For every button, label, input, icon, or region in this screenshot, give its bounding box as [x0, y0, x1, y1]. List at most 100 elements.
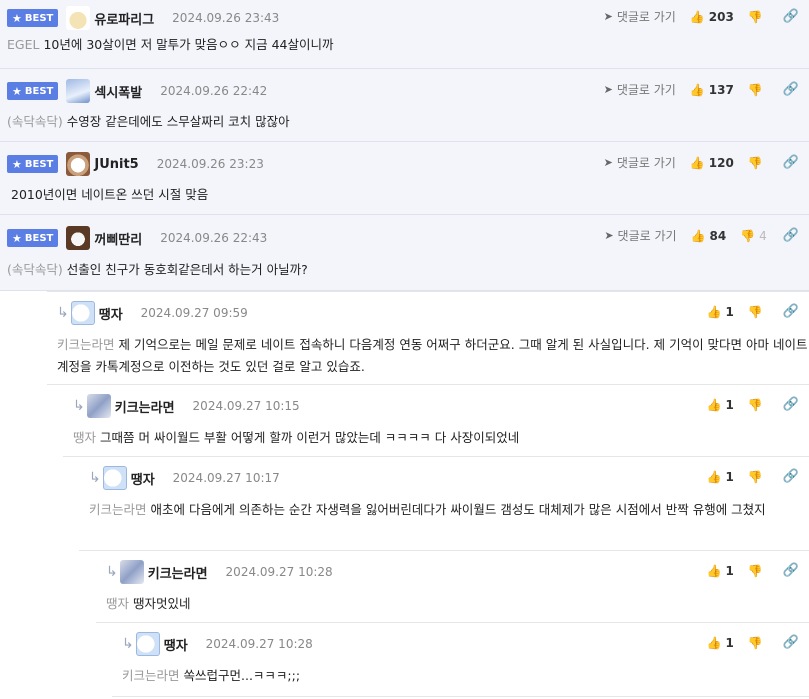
- star-icon: ★: [12, 157, 22, 171]
- author-nickname[interactable]: 키크는라면: [115, 397, 175, 416]
- comment-actions: 👍 1 👎 🔗: [707, 635, 799, 650]
- link-icon[interactable]: 🔗: [783, 563, 799, 578]
- bear-avatar[interactable]: [66, 226, 91, 250]
- dislike-button[interactable]: 👎: [748, 83, 767, 97]
- reply-comment: ↳ 키크는라면 2024.09.27 10:15 👍 1 👎 🔗 땡자 그때쯤 머 …: [63, 385, 809, 457]
- dislike-button[interactable]: 👎: [748, 564, 767, 578]
- link-icon[interactable]: 🔗: [783, 155, 799, 170]
- like-button[interactable]: 👍 203: [690, 10, 734, 24]
- thumbs-up-icon: 👍: [689, 155, 705, 170]
- best-comment: ★ BEST JUnit5 2024.09.26 23:23 ➤ 댓글로 가기 👍 1…: [0, 142, 809, 215]
- like-count: 1: [725, 563, 734, 578]
- like-button[interactable]: 👍 84: [691, 229, 727, 243]
- author-nickname[interactable]: 꺼삐딴리: [94, 229, 142, 248]
- go-to-reply-link[interactable]: ➤ 댓글로 가기: [604, 81, 676, 98]
- best-badge: ★ BEST: [7, 9, 59, 27]
- go-to-reply-link[interactable]: ➤ 댓글로 가기: [604, 8, 676, 25]
- dislike-button[interactable]: 👎: [748, 156, 767, 170]
- author-nickname[interactable]: 땡자: [164, 635, 188, 654]
- dislike-button[interactable]: 👎: [748, 10, 767, 24]
- kiku-avatar[interactable]: [119, 560, 144, 584]
- comment-actions: ➤ 댓글로 가기 👍 203 👎 🔗: [604, 8, 799, 25]
- arrow-icon: ➤: [603, 83, 613, 96]
- link-icon[interactable]: 🔗: [783, 397, 799, 412]
- dislike-button[interactable]: 👎: [748, 305, 767, 319]
- reply-comment: ↳ 땡자 2024.09.27 10:28 👍 1 👎 🔗 키크는라면 쏙쓰럽구먼.…: [112, 623, 809, 697]
- thumbs-up-icon: 👍: [689, 82, 705, 97]
- reply-arrow-icon: ↳: [106, 564, 118, 580]
- comment-header: ↳ 땡자 2024.09.27 10:28: [112, 623, 809, 665]
- author-nickname[interactable]: 유로파리그: [94, 9, 154, 28]
- go-to-reply-label: 댓글로 가기: [616, 156, 676, 170]
- arrow-icon: ➤: [603, 10, 613, 23]
- go-to-reply-link[interactable]: ➤ 댓글로 가기: [604, 154, 676, 171]
- comment-list: ★ BEST 유로파리그 2024.09.26 23:43 ➤ 댓글로 가기 👍 20…: [0, 0, 809, 699]
- comment-text: 2010년이면 네이트온 쓰던 시절 맞음: [11, 187, 209, 202]
- comment-header: ↳ 땡자 2024.09.27 09:59: [47, 292, 809, 334]
- comment-date: 2024.09.27 10:15: [192, 399, 300, 413]
- author-nickname[interactable]: JUnit5: [94, 157, 138, 172]
- dislike-button[interactable]: 👎: [748, 636, 767, 650]
- winter-avatar[interactable]: [66, 79, 91, 103]
- thumbs-down-icon: 👎: [747, 9, 763, 24]
- comment-body: 키크는라면 쏙쓰럽구먼...ㅋㅋㅋ;;;: [112, 665, 809, 687]
- link-icon[interactable]: 🔗: [783, 469, 799, 484]
- comment-text: 쏙쓰럽구먼...ㅋㅋㅋ;;;: [183, 668, 301, 683]
- comment-text: 제 기억으로는 메일 문제로 네이트 접속하니 다음계정 연동 어쩌구 하더군요…: [57, 337, 808, 374]
- comment-text: 땡자멋있네: [133, 596, 191, 611]
- like-count: 120: [708, 155, 734, 170]
- mention: 키크는라면: [57, 337, 115, 352]
- comment-actions: ➤ 댓글로 가기 👍 84 👎 4 🔗: [604, 227, 799, 244]
- link-icon[interactable]: 🔗: [783, 228, 799, 243]
- comment-date: 2024.09.27 10:28: [225, 565, 333, 579]
- like-count: 1: [725, 397, 734, 412]
- thumbs-up-icon: 👍: [706, 304, 722, 319]
- comment-date: 2024.09.26 23:23: [156, 157, 264, 171]
- author-nickname[interactable]: 땡자: [131, 469, 155, 488]
- like-button[interactable]: 👍 1: [707, 305, 734, 319]
- link-icon[interactable]: 🔗: [783, 635, 799, 650]
- best-badge: ★ BEST: [7, 155, 59, 173]
- best-comment: ★ BEST 꺼삐딴리 2024.09.26 22:43 ➤ 댓글로 가기 👍 84 …: [0, 215, 809, 291]
- best-badge-label: BEST: [24, 158, 54, 170]
- author-nickname[interactable]: 키크는라면: [148, 563, 208, 582]
- dislike-button[interactable]: 👎 4: [740, 229, 767, 243]
- thumbs-down-icon: 👎: [747, 397, 763, 412]
- like-button[interactable]: 👍 1: [707, 636, 734, 650]
- dislike-button[interactable]: 👎: [748, 470, 767, 484]
- mention: EGEL: [7, 37, 40, 52]
- arrow-icon: ➤: [604, 229, 614, 242]
- comment-actions: ➤ 댓글로 가기 👍 137 👎 🔗: [604, 81, 799, 98]
- like-button[interactable]: 👍 137: [690, 83, 734, 97]
- comment-date: 2024.09.26 22:42: [160, 84, 268, 98]
- author-nickname[interactable]: 섹시폭발: [94, 82, 142, 101]
- thumbs-down-icon: 👎: [747, 155, 763, 170]
- thumbs-up-icon: 👍: [706, 469, 722, 484]
- comment-body: 땡자 땡자멋있네: [96, 593, 809, 615]
- best-badge: ★ BEST: [7, 229, 59, 247]
- dislike-button[interactable]: 👎: [748, 398, 767, 412]
- thumbs-up-icon: 👍: [690, 228, 706, 243]
- mention: 키크는라면: [89, 502, 147, 517]
- comment-date: 2024.09.27 10:28: [205, 637, 313, 651]
- pomeranian-avatar[interactable]: [135, 632, 160, 656]
- link-icon[interactable]: 🔗: [783, 304, 799, 319]
- go-to-reply-label: 댓글로 가기: [617, 229, 677, 243]
- star-icon: ★: [12, 84, 22, 98]
- mention: 땡자: [106, 596, 130, 611]
- author-nickname[interactable]: 땡자: [99, 304, 123, 323]
- like-button[interactable]: 👍 1: [707, 564, 734, 578]
- kiku-avatar[interactable]: [86, 394, 111, 418]
- like-button[interactable]: 👍 1: [707, 398, 734, 412]
- go-to-reply-link[interactable]: ➤ 댓글로 가기: [604, 227, 676, 244]
- comment-body: (속닥속닥) 선출인 친구가 동호회같은데서 하는거 아닐까?: [0, 261, 809, 279]
- pomeranian-avatar[interactable]: [102, 466, 127, 490]
- like-count: 1: [725, 304, 734, 319]
- pomeranian-avatar[interactable]: [70, 301, 95, 325]
- link-icon[interactable]: 🔗: [783, 82, 799, 97]
- like-button[interactable]: 👍 1: [707, 470, 734, 484]
- link-icon[interactable]: 🔗: [783, 9, 799, 24]
- like-button[interactable]: 👍 120: [690, 156, 734, 170]
- face-avatar[interactable]: [66, 152, 91, 176]
- dog-avatar[interactable]: [66, 6, 91, 30]
